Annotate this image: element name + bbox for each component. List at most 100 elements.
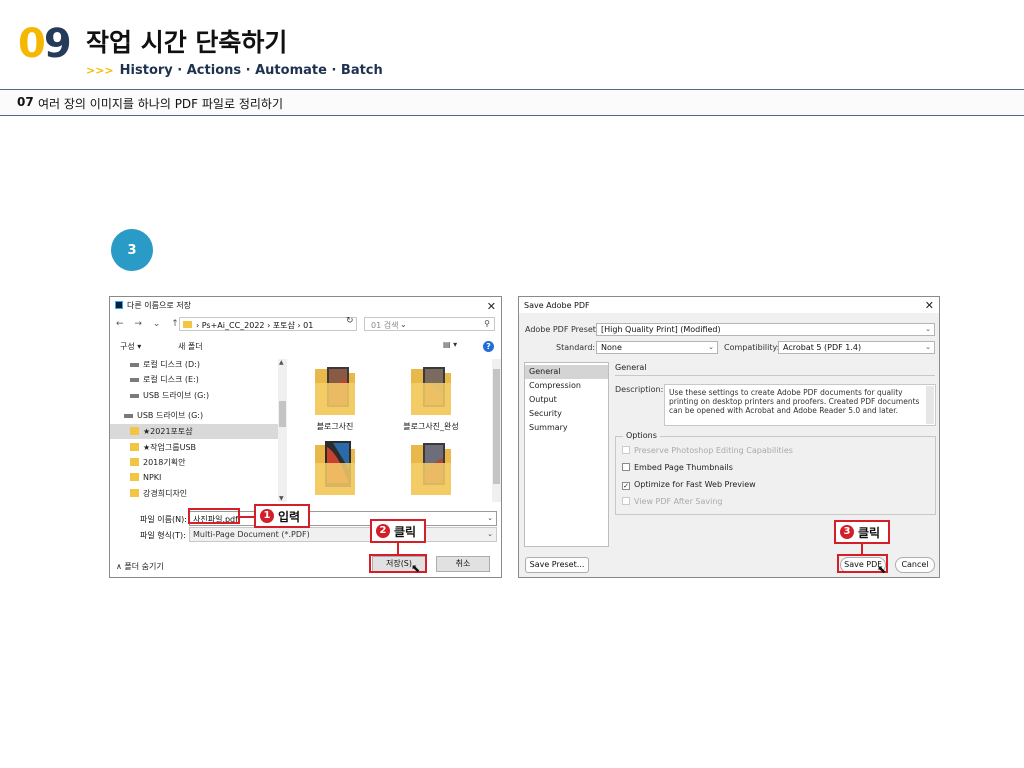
tree-scrollbar[interactable]: ▲ ▼: [278, 359, 287, 502]
tree-item-label: USB 드라이브 (G:): [137, 411, 204, 420]
tree-item[interactable]: ★2021포토샵: [110, 424, 278, 439]
callout-connector: [240, 516, 255, 518]
sidebar-item-output[interactable]: Output: [525, 393, 608, 407]
preset-select[interactable]: [High Quality Print] (Modified) ⌄: [596, 323, 935, 336]
chevron-down-icon[interactable]: ⌄: [708, 343, 714, 351]
file-type-select[interactable]: Multi-Page Document (*.PDF) ⌄: [189, 527, 497, 542]
panel-title: General: [615, 363, 647, 372]
photo-folder-icon: [315, 441, 355, 495]
checkbox-checked-icon[interactable]: ✓: [622, 482, 630, 490]
drive-icon: [130, 362, 139, 367]
file-item[interactable]: [396, 439, 466, 501]
option-label: Preserve Photoshop Editing Capabilities: [634, 446, 793, 455]
standard-value: None: [601, 343, 622, 352]
compatibility-value: Acrobat 5 (PDF 1.4): [783, 343, 862, 352]
chevron-down-icon[interactable]: ⌄: [925, 325, 931, 333]
compatibility-select[interactable]: Acrobat 5 (PDF 1.4) ⌄: [778, 341, 935, 354]
tree-item[interactable]: USB 드라이브 (G:): [124, 408, 203, 423]
tree-item[interactable]: NPKI: [130, 470, 161, 485]
sidebar-item-general[interactable]: General: [525, 365, 608, 379]
file-type-value: Multi-Page Document (*.PDF): [193, 530, 310, 539]
tree-item-label: 강경희디자인: [143, 489, 188, 498]
tree-item[interactable]: ★작업그룹USB: [130, 440, 196, 455]
tree-item[interactable]: 강경희디자인: [130, 486, 187, 501]
callout-text: 클릭: [394, 524, 417, 539]
command-bar: 구성 ▾ 새 폴더 ▤ ▾ ?: [110, 338, 501, 354]
option-checkbox[interactable]: Embed Page Thumbnails: [622, 463, 733, 472]
description-box: Use these settings to create Adobe PDF d…: [664, 384, 936, 426]
address-bar[interactable]: › Ps+Ai_CC_2022 › 포토샵 › 01 ⌄: [179, 317, 407, 331]
breadcrumb[interactable]: › Ps+Ai_CC_2022 › 포토샵 › 01: [196, 320, 313, 331]
close-icon[interactable]: ✕: [925, 299, 934, 312]
navigation-arrows-icon[interactable]: ← → ⌄ ↑: [116, 319, 183, 329]
section-bar: 07 여러 장의 이미지를 하나의 PDF 파일로 정리하기: [0, 90, 1024, 116]
tree-item-label: USB 드라이브 (G:): [143, 391, 210, 400]
sidebar-item-summary[interactable]: Summary: [525, 421, 608, 435]
chevron-down-icon[interactable]: ⌄: [487, 530, 493, 538]
help-icon[interactable]: ?: [483, 341, 494, 352]
option-label: View PDF After Saving: [634, 497, 723, 506]
description-label: Description:: [615, 385, 664, 394]
callout-text: 클릭: [858, 525, 881, 540]
close-icon[interactable]: ✕: [487, 300, 496, 313]
folder-icon: [130, 473, 139, 481]
file-name: 블로그사진_완성: [403, 422, 459, 431]
checkbox-icon: [622, 497, 630, 505]
callout-step-3: 3 클릭: [834, 520, 890, 544]
checkbox-icon[interactable]: [622, 463, 630, 471]
subtitle-text: History · Actions · Automate · Batch: [119, 63, 383, 78]
option-label: Optimize for Fast Web Preview: [634, 480, 756, 489]
compatibility-label: Compatibility:: [724, 343, 780, 352]
chapter-subtitle: >>> History · Actions · Automate · Batch: [86, 63, 383, 79]
chevron-down-icon[interactable]: ⌄: [487, 514, 493, 522]
options-title: Options: [623, 431, 660, 440]
dialog-footer: ∧ 폴더 숨기기 저장(S) 취소: [110, 556, 501, 576]
cancel-button[interactable]: Cancel: [895, 557, 935, 573]
photoshop-app-icon: [115, 301, 123, 309]
refresh-icon[interactable]: ↻: [346, 316, 354, 326]
sidebar-item-security[interactable]: Security: [525, 407, 608, 421]
standard-select[interactable]: None ⌄: [596, 341, 718, 354]
save-as-titlebar: 다른 이름으로 저장 ✕: [110, 297, 501, 313]
folder-icon: [130, 443, 139, 451]
drive-icon: [130, 377, 139, 382]
search-input[interactable]: 01 검색 ⚲: [364, 317, 495, 331]
callout-number: 2: [376, 524, 390, 538]
new-folder-button[interactable]: 새 폴더: [178, 341, 203, 352]
file-item[interactable]: 블로그사진: [300, 363, 370, 432]
pdf-titlebar: Save Adobe PDF ✕: [519, 297, 939, 313]
file-item[interactable]: [300, 439, 370, 501]
tree-item[interactable]: 2018기획안: [130, 455, 185, 470]
chapter-digit-1: 0: [18, 21, 46, 67]
scrollbar-thumb[interactable]: [493, 369, 500, 484]
cancel-button[interactable]: 취소: [436, 556, 490, 572]
scrollbar-thumb[interactable]: [279, 401, 286, 427]
scroll-down-icon[interactable]: ▼: [279, 495, 284, 502]
hide-folders-toggle[interactable]: ∧ 폴더 숨기기: [116, 561, 164, 572]
tree-item[interactable]: USB 드라이브 (G:): [130, 388, 209, 403]
photo-folder-icon: [411, 367, 451, 415]
tree-item[interactable]: 로컬 디스크 (E:): [130, 372, 199, 387]
callout-number: 3: [840, 525, 854, 539]
save-preset-button[interactable]: Save Preset...: [525, 557, 589, 573]
file-type-row: 파일 형식(T): Multi-Page Document (*.PDF) ⌄: [110, 527, 501, 543]
sidebar-item-compression[interactable]: Compression: [525, 379, 608, 393]
file-list: 블로그사진 블로그사진_완성: [290, 357, 490, 502]
tree-item-label: ★2021포토샵: [143, 427, 193, 436]
organize-button[interactable]: 구성 ▾: [120, 341, 141, 352]
checkbox-icon: [622, 446, 630, 454]
tree-item[interactable]: 로컬 디스크 (D:): [130, 357, 200, 372]
search-placeholder: 01 검색: [371, 321, 399, 330]
scroll-up-icon[interactable]: ▲: [279, 359, 284, 366]
panel-divider: [615, 375, 935, 376]
option-checkbox[interactable]: ✓ Optimize for Fast Web Preview: [622, 480, 756, 490]
view-options-icon[interactable]: ▤ ▾: [443, 340, 457, 349]
option-checkbox: View PDF After Saving: [622, 497, 723, 506]
description-scrollbar[interactable]: [926, 386, 934, 424]
file-list-scrollbar[interactable]: [492, 359, 501, 502]
callout-number: 1: [260, 509, 274, 523]
option-label: Embed Page Thumbnails: [634, 463, 733, 472]
search-icon: ⚲: [484, 319, 490, 328]
file-item[interactable]: 블로그사진_완성: [396, 363, 466, 432]
chevron-down-icon[interactable]: ⌄: [925, 343, 931, 351]
